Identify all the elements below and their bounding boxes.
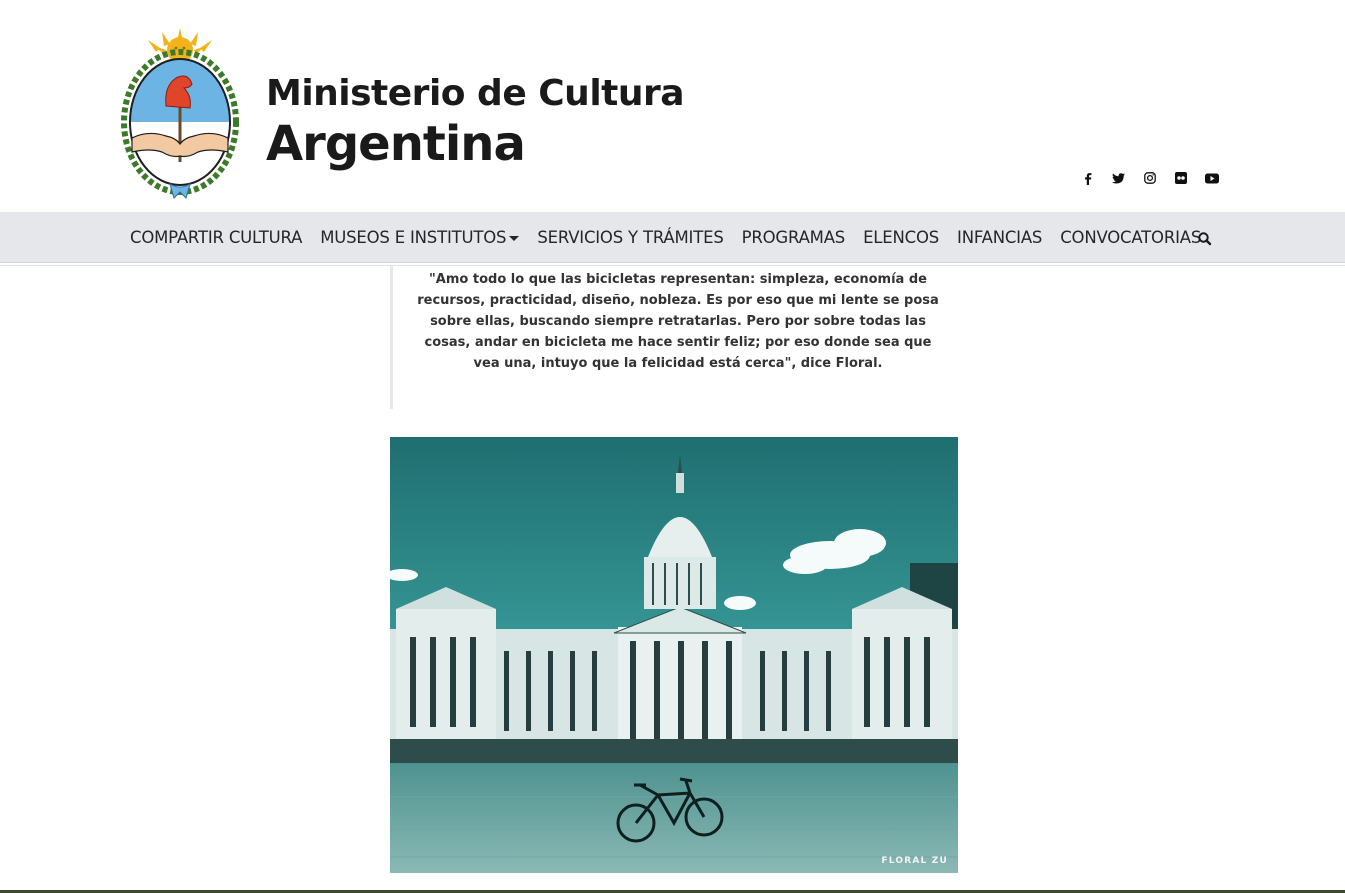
nav-item-programas[interactable]: PROGRAMAS bbox=[733, 228, 854, 247]
nav-items: COMPARTIR CULTURA MUSEOS E INSTITUTOS SE… bbox=[121, 212, 1210, 262]
coat-of-arms-logo[interactable] bbox=[118, 26, 242, 204]
chevron-down-icon bbox=[509, 236, 520, 241]
nav-item-infancias[interactable]: INFANCIAS bbox=[948, 228, 1051, 247]
brand-line-argentina: Argentina bbox=[266, 116, 526, 172]
nav-item-museos-e-institutos[interactable]: MUSEOS E INSTITUTOS bbox=[311, 228, 528, 247]
photo-credit: FLORAL ZU bbox=[881, 856, 948, 866]
main-nav: COMPARTIR CULTURA MUSEOS E INSTITUTOS SE… bbox=[0, 212, 1345, 263]
article-quote: "Amo todo lo que las bicicletas represen… bbox=[417, 272, 939, 371]
search-icon bbox=[1198, 232, 1212, 246]
youtube-icon[interactable] bbox=[1196, 168, 1227, 188]
site-header: Ministerio de Cultura Argentina bbox=[0, 0, 1345, 212]
search-button[interactable] bbox=[1196, 230, 1214, 248]
brand-title[interactable]: Ministerio de Cultura Argentina bbox=[266, 72, 685, 172]
facebook-icon[interactable] bbox=[1072, 168, 1103, 188]
nav-item-elencos[interactable]: ELENCOS bbox=[854, 228, 948, 247]
nav-item-compartir-cultura[interactable]: COMPARTIR CULTURA bbox=[121, 228, 311, 247]
brand-line-ministerio: Ministerio de Cultura bbox=[266, 73, 685, 114]
twitter-icon[interactable] bbox=[1103, 168, 1134, 188]
nav-item-convocatorias[interactable]: CONVOCATORIAS bbox=[1051, 228, 1210, 247]
article-quote-block: "Amo todo lo que las bicicletas represen… bbox=[390, 266, 963, 409]
social-links bbox=[1072, 168, 1227, 188]
congress-bicycle-photo bbox=[390, 437, 958, 873]
flickr-icon[interactable] bbox=[1165, 168, 1196, 188]
nav-item-servicios-y-tramites[interactable]: SERVICIOS Y TRÁMITES bbox=[528, 228, 732, 247]
article-photo: FLORAL ZU bbox=[390, 437, 958, 873]
instagram-icon[interactable] bbox=[1134, 168, 1165, 188]
